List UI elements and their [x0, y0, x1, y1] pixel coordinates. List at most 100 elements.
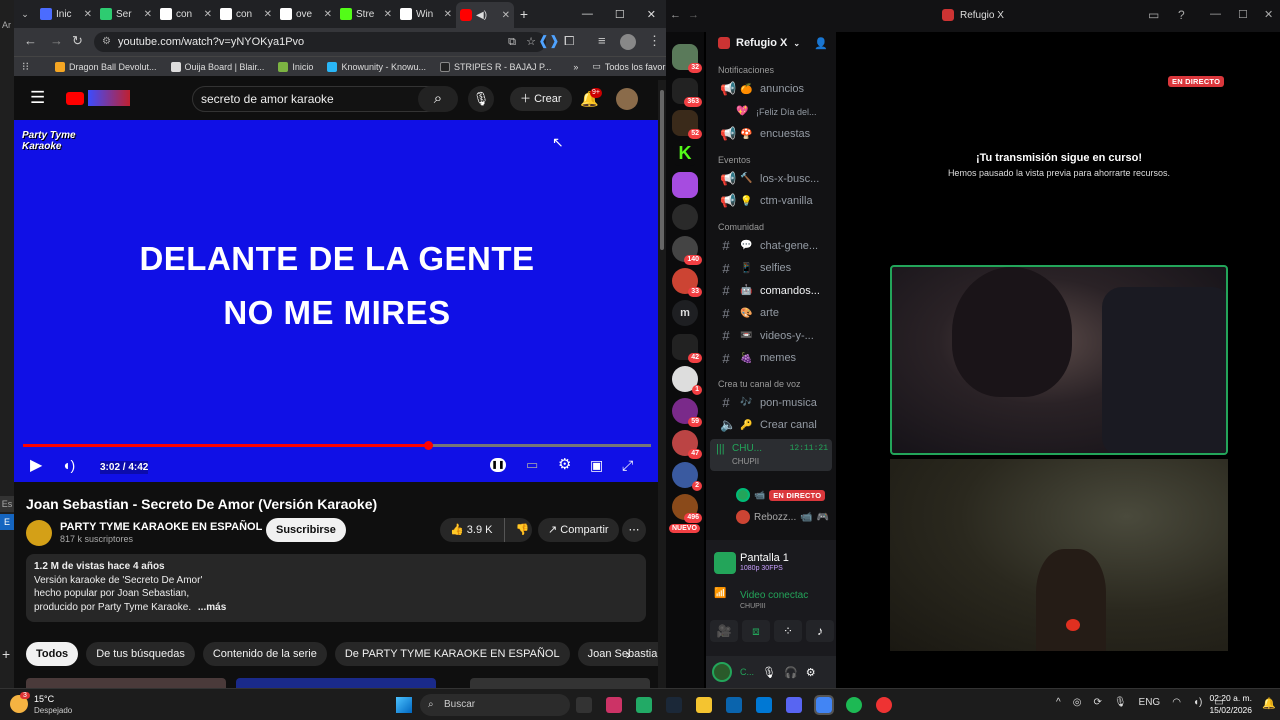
- server-icon[interactable]: 496: [672, 494, 702, 523]
- back-icon[interactable]: ←: [670, 9, 681, 21]
- settings-gear-icon[interactable]: ⚙: [558, 457, 571, 472]
- microphone-icon[interactable]: 🎙: [468, 86, 494, 112]
- notifications-icon[interactable]: 🔔: [1262, 697, 1276, 710]
- profile-avatar[interactable]: [620, 34, 636, 50]
- browser-tab[interactable]: Stre ✕: [336, 0, 396, 28]
- channel-arte[interactable]: # 🎨 arte: [706, 302, 836, 325]
- category-notificaciones[interactable]: Notificaciones: [706, 62, 836, 78]
- maximize-icon[interactable]: ☐: [615, 8, 625, 21]
- description-box[interactable]: 1.2 M de vistas hace 4 años Versión kara…: [26, 554, 646, 622]
- bookmark-item[interactable]: STRIPES R - BAJAJ P...: [439, 61, 551, 72]
- progress-scrubber[interactable]: [424, 441, 434, 450]
- install-icon[interactable]: ⧉: [508, 32, 516, 52]
- chrome-icon[interactable]: [814, 695, 834, 715]
- forward-icon[interactable]: →: [50, 34, 63, 47]
- plus-icon[interactable]: +: [2, 646, 10, 662]
- close-icon[interactable]: ✕: [647, 8, 656, 21]
- help-icon[interactable]: ?: [1178, 8, 1185, 22]
- forward-icon[interactable]: →: [688, 9, 699, 21]
- close-icon[interactable]: ✕: [444, 9, 452, 20]
- browser-tab[interactable]: Inic ✕: [36, 0, 96, 28]
- task-view-icon[interactable]: [576, 697, 592, 713]
- avatar[interactable]: [712, 662, 732, 682]
- close-icon[interactable]: ✕: [264, 9, 272, 20]
- autoplay-toggle[interactable]: ❚❚: [490, 458, 506, 472]
- scrollbar[interactable]: [658, 80, 666, 688]
- bookmark-item[interactable]: Dragon Ball Devolut...: [55, 61, 157, 72]
- server-icon[interactable]: 42: [672, 334, 702, 363]
- new-tab-button[interactable]: +: [514, 0, 534, 28]
- clock-date[interactable]: 15/02/2026: [1206, 705, 1252, 715]
- connection-icon[interactable]: 📶: [714, 588, 726, 599]
- filter-chip[interactable]: Todos: [26, 642, 79, 666]
- server-icon[interactable]: 140: [672, 236, 702, 265]
- server-header[interactable]: Refugio X ⌄ 👤: [706, 32, 836, 54]
- filter-chip[interactable]: De tus búsquedas: [86, 642, 195, 666]
- steam-icon[interactable]: [666, 697, 682, 713]
- soundboard-icon[interactable]: ♪: [806, 620, 834, 642]
- settings-gear-icon[interactable]: ⚙: [806, 666, 816, 679]
- hamburger-menu-icon[interactable]: ☰: [30, 88, 45, 108]
- maximize-icon[interactable]: ☐: [1238, 8, 1248, 21]
- channel-comandos[interactable]: # 🤖 comandos...: [706, 280, 836, 303]
- bookmark-item[interactable]: Knowunity - Knowu...: [327, 61, 426, 72]
- channel-chat[interactable]: # 💬 chat-gene...: [706, 235, 836, 258]
- close-icon[interactable]: ✕: [324, 9, 332, 20]
- discord-icon[interactable]: [786, 697, 802, 713]
- webcam-tile[interactable]: [890, 459, 1228, 651]
- taskbar-search[interactable]: ⌕ Buscar: [420, 694, 570, 716]
- create-button[interactable]: ＋ Crear: [510, 87, 572, 111]
- subtitles-icon[interactable]: ▭: [526, 458, 538, 471]
- screen-share-icon[interactable]: ⧈: [742, 620, 770, 642]
- close-icon[interactable]: ✕: [84, 9, 92, 20]
- microphone-icon[interactable]: 🎙: [762, 666, 776, 679]
- menu-icon[interactable]: ⋮: [648, 33, 661, 49]
- start-icon[interactable]: [396, 697, 412, 713]
- microphone-icon[interactable]: 🎙: [1114, 697, 1127, 708]
- search-icon[interactable]: ⌕: [418, 86, 458, 112]
- browser-tab[interactable]: con ✕: [216, 0, 276, 28]
- apps-icon[interactable]: ⁝⁝: [22, 60, 29, 73]
- avatar[interactable]: [616, 88, 638, 110]
- bookmark-item[interactable]: Ouija Board | Blair...: [170, 61, 264, 72]
- browser-tab[interactable]: con ✕: [156, 0, 216, 28]
- dislike-icon[interactable]: 👎: [504, 518, 529, 542]
- server-icon[interactable]: 59: [672, 398, 702, 427]
- like-button[interactable]: 👍 3.9 K: [440, 518, 492, 542]
- category-eventos[interactable]: Eventos: [706, 152, 836, 168]
- channel-encuestas[interactable]: 📢 🍄 encuestas: [706, 123, 836, 146]
- webcam-tile[interactable]: [890, 265, 1228, 455]
- search-input[interactable]: secreto de amor karaoke ✕: [192, 86, 454, 112]
- thumbnail[interactable]: [236, 678, 436, 688]
- channel-pon-musica[interactable]: # 🎶 pon-musica: [706, 392, 836, 415]
- channel-los-x[interactable]: 📢 🔨 los-x-busc...: [706, 168, 836, 191]
- video-player[interactable]: Party Tyme Karaoke DELANTE DE LA GENTE N…: [14, 120, 660, 482]
- activities-icon[interactable]: ⁘: [774, 620, 802, 642]
- media-control-icon[interactable]: ≡: [598, 33, 606, 48]
- bookmarks-overflow[interactable]: »: [573, 62, 578, 72]
- server-icon[interactable]: m: [672, 300, 698, 326]
- app-icon[interactable]: [876, 697, 892, 713]
- chevron-up-icon[interactable]: ^: [1056, 697, 1061, 708]
- server-icon[interactable]: 363: [672, 78, 702, 107]
- channel-name[interactable]: PARTY TYME KARAOKE EN ESPAÑOL ✓: [60, 520, 274, 533]
- channel-memes[interactable]: # 🍇 memes: [706, 347, 836, 370]
- outlook-icon[interactable]: [726, 697, 742, 713]
- share-button[interactable]: ↗ Compartir: [538, 518, 619, 542]
- close-icon[interactable]: ✕: [384, 9, 392, 20]
- channel-ctm-vanilla[interactable]: 📢 💡 ctm-vanilla: [706, 190, 836, 213]
- reload-icon[interactable]: ↻: [72, 34, 83, 47]
- doodle-logo[interactable]: [88, 90, 130, 106]
- fullscreen-icon[interactable]: ⤢: [622, 458, 633, 472]
- inbox-icon[interactable]: ▭: [1148, 8, 1159, 22]
- channel-selfies[interactable]: # 📱 selfies: [706, 257, 836, 280]
- camera-icon[interactable]: 🎥: [710, 620, 738, 642]
- server-icon[interactable]: 1: [672, 366, 702, 395]
- language-indicator[interactable]: ENG: [1139, 697, 1161, 708]
- progress-bar[interactable]: [23, 441, 651, 450]
- close-icon[interactable]: ✕: [204, 9, 212, 20]
- filter-chip[interactable]: Contenido de la serie: [202, 642, 327, 666]
- bookmark-star-icon[interactable]: ☆: [526, 32, 536, 52]
- file-explorer-icon[interactable]: [696, 697, 712, 713]
- minimize-icon[interactable]: —: [1210, 8, 1221, 20]
